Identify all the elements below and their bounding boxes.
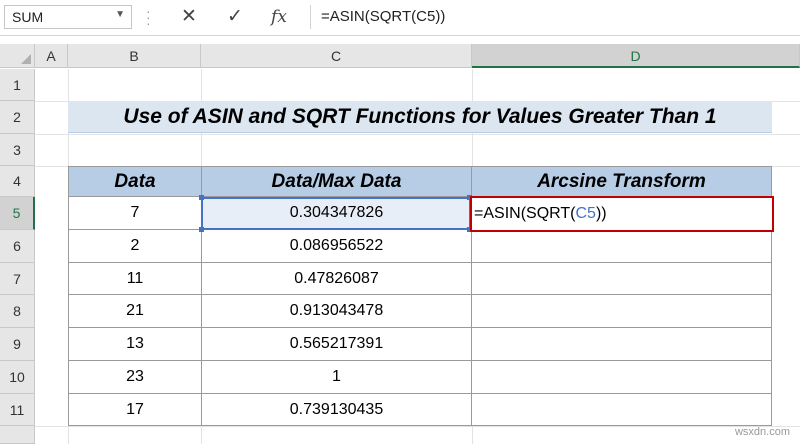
formula-input[interactable]: =ASIN(SQRT(C5)) xyxy=(310,5,796,29)
reference-highlight xyxy=(201,197,471,230)
table-cell[interactable] xyxy=(472,263,772,295)
table-cell[interactable]: 0.086956522 xyxy=(202,230,472,263)
enter-icon[interactable]: ✓ xyxy=(222,5,248,29)
table-cell[interactable]: 13 xyxy=(68,328,202,361)
row-header-2[interactable]: 2 xyxy=(0,101,35,134)
table-header-data[interactable]: Data xyxy=(68,166,202,197)
insert-function-icon[interactable]: fx xyxy=(266,5,292,29)
column-header-c[interactable]: C xyxy=(201,44,472,68)
table-cell[interactable]: 21 xyxy=(68,295,202,328)
row-header-12[interactable] xyxy=(0,426,35,444)
table-header-ratio[interactable]: Data/Max Data xyxy=(202,166,472,197)
row-header-11[interactable]: 11 xyxy=(0,394,35,426)
cancel-icon[interactable]: ✕ xyxy=(176,5,202,29)
table-cell[interactable]: 0.565217391 xyxy=(202,328,472,361)
column-header-b[interactable]: B xyxy=(68,44,201,68)
column-header-a[interactable]: A xyxy=(35,44,68,68)
row-header-10[interactable]: 10 xyxy=(0,361,35,394)
active-cell-editor[interactable]: =ASIN(SQRT(C5)) xyxy=(470,196,774,232)
formula-text: =ASIN(SQRT(C5)) xyxy=(321,8,446,25)
table-cell[interactable]: 0.913043478 xyxy=(202,295,472,328)
column-header-d[interactable]: D xyxy=(472,44,800,68)
table-cell[interactable] xyxy=(472,361,772,394)
row-header-6[interactable]: 6 xyxy=(0,230,35,263)
resize-handle[interactable] xyxy=(199,227,204,232)
drag-handle-icon[interactable]: · · · xyxy=(146,4,151,30)
row-header-5[interactable]: 5 xyxy=(0,197,35,230)
row-header-7[interactable]: 7 xyxy=(0,263,35,295)
table-cell[interactable]: 17 xyxy=(68,394,202,426)
row-header-4[interactable]: 4 xyxy=(0,166,35,197)
table-cell[interactable]: 1 xyxy=(202,361,472,394)
table-cell[interactable]: 0.47826087 xyxy=(202,263,472,295)
table-cell[interactable] xyxy=(472,295,772,328)
table-header-arcsine[interactable]: Arcsine Transform xyxy=(472,166,772,197)
name-box-value: SUM xyxy=(12,9,44,25)
formula-bar: SUM ▼ · · · ✕ ✓ fx =ASIN(SQRT(C5)) xyxy=(0,0,800,36)
gridline xyxy=(35,134,800,135)
name-box[interactable]: SUM ▼ xyxy=(4,5,132,29)
formula-buttons: ✕ ✓ fx xyxy=(168,5,304,29)
select-all-icon xyxy=(21,54,31,64)
table-cell[interactable] xyxy=(472,328,772,361)
table-cell[interactable]: 23 xyxy=(68,361,202,394)
table-cell[interactable] xyxy=(472,394,772,426)
watermark: wsxdn.com xyxy=(734,426,790,438)
title-cell[interactable]: Use of ASIN and SQRT Functions for Value… xyxy=(68,101,772,133)
row-header-9[interactable]: 9 xyxy=(0,328,35,361)
table-cell[interactable]: 7 xyxy=(68,197,202,230)
row-header-1[interactable]: 1 xyxy=(0,69,35,101)
row-header-3[interactable]: 3 xyxy=(0,134,35,166)
select-all-button[interactable] xyxy=(0,44,35,68)
table-cell[interactable]: 0.739130435 xyxy=(202,394,472,426)
row-header-8[interactable]: 8 xyxy=(0,295,35,328)
chevron-down-icon[interactable]: ▼ xyxy=(115,9,125,20)
resize-handle[interactable] xyxy=(199,195,204,200)
table-cell[interactable] xyxy=(472,230,772,263)
table-cell[interactable]: 11 xyxy=(68,263,202,295)
cell-formula: =ASIN(SQRT(C5)) xyxy=(474,205,607,222)
gridline xyxy=(35,426,800,427)
table-cell[interactable]: 2 xyxy=(68,230,202,263)
page-title: Use of ASIN and SQRT Functions for Value… xyxy=(123,105,717,128)
cell-reference: C5 xyxy=(575,205,596,222)
